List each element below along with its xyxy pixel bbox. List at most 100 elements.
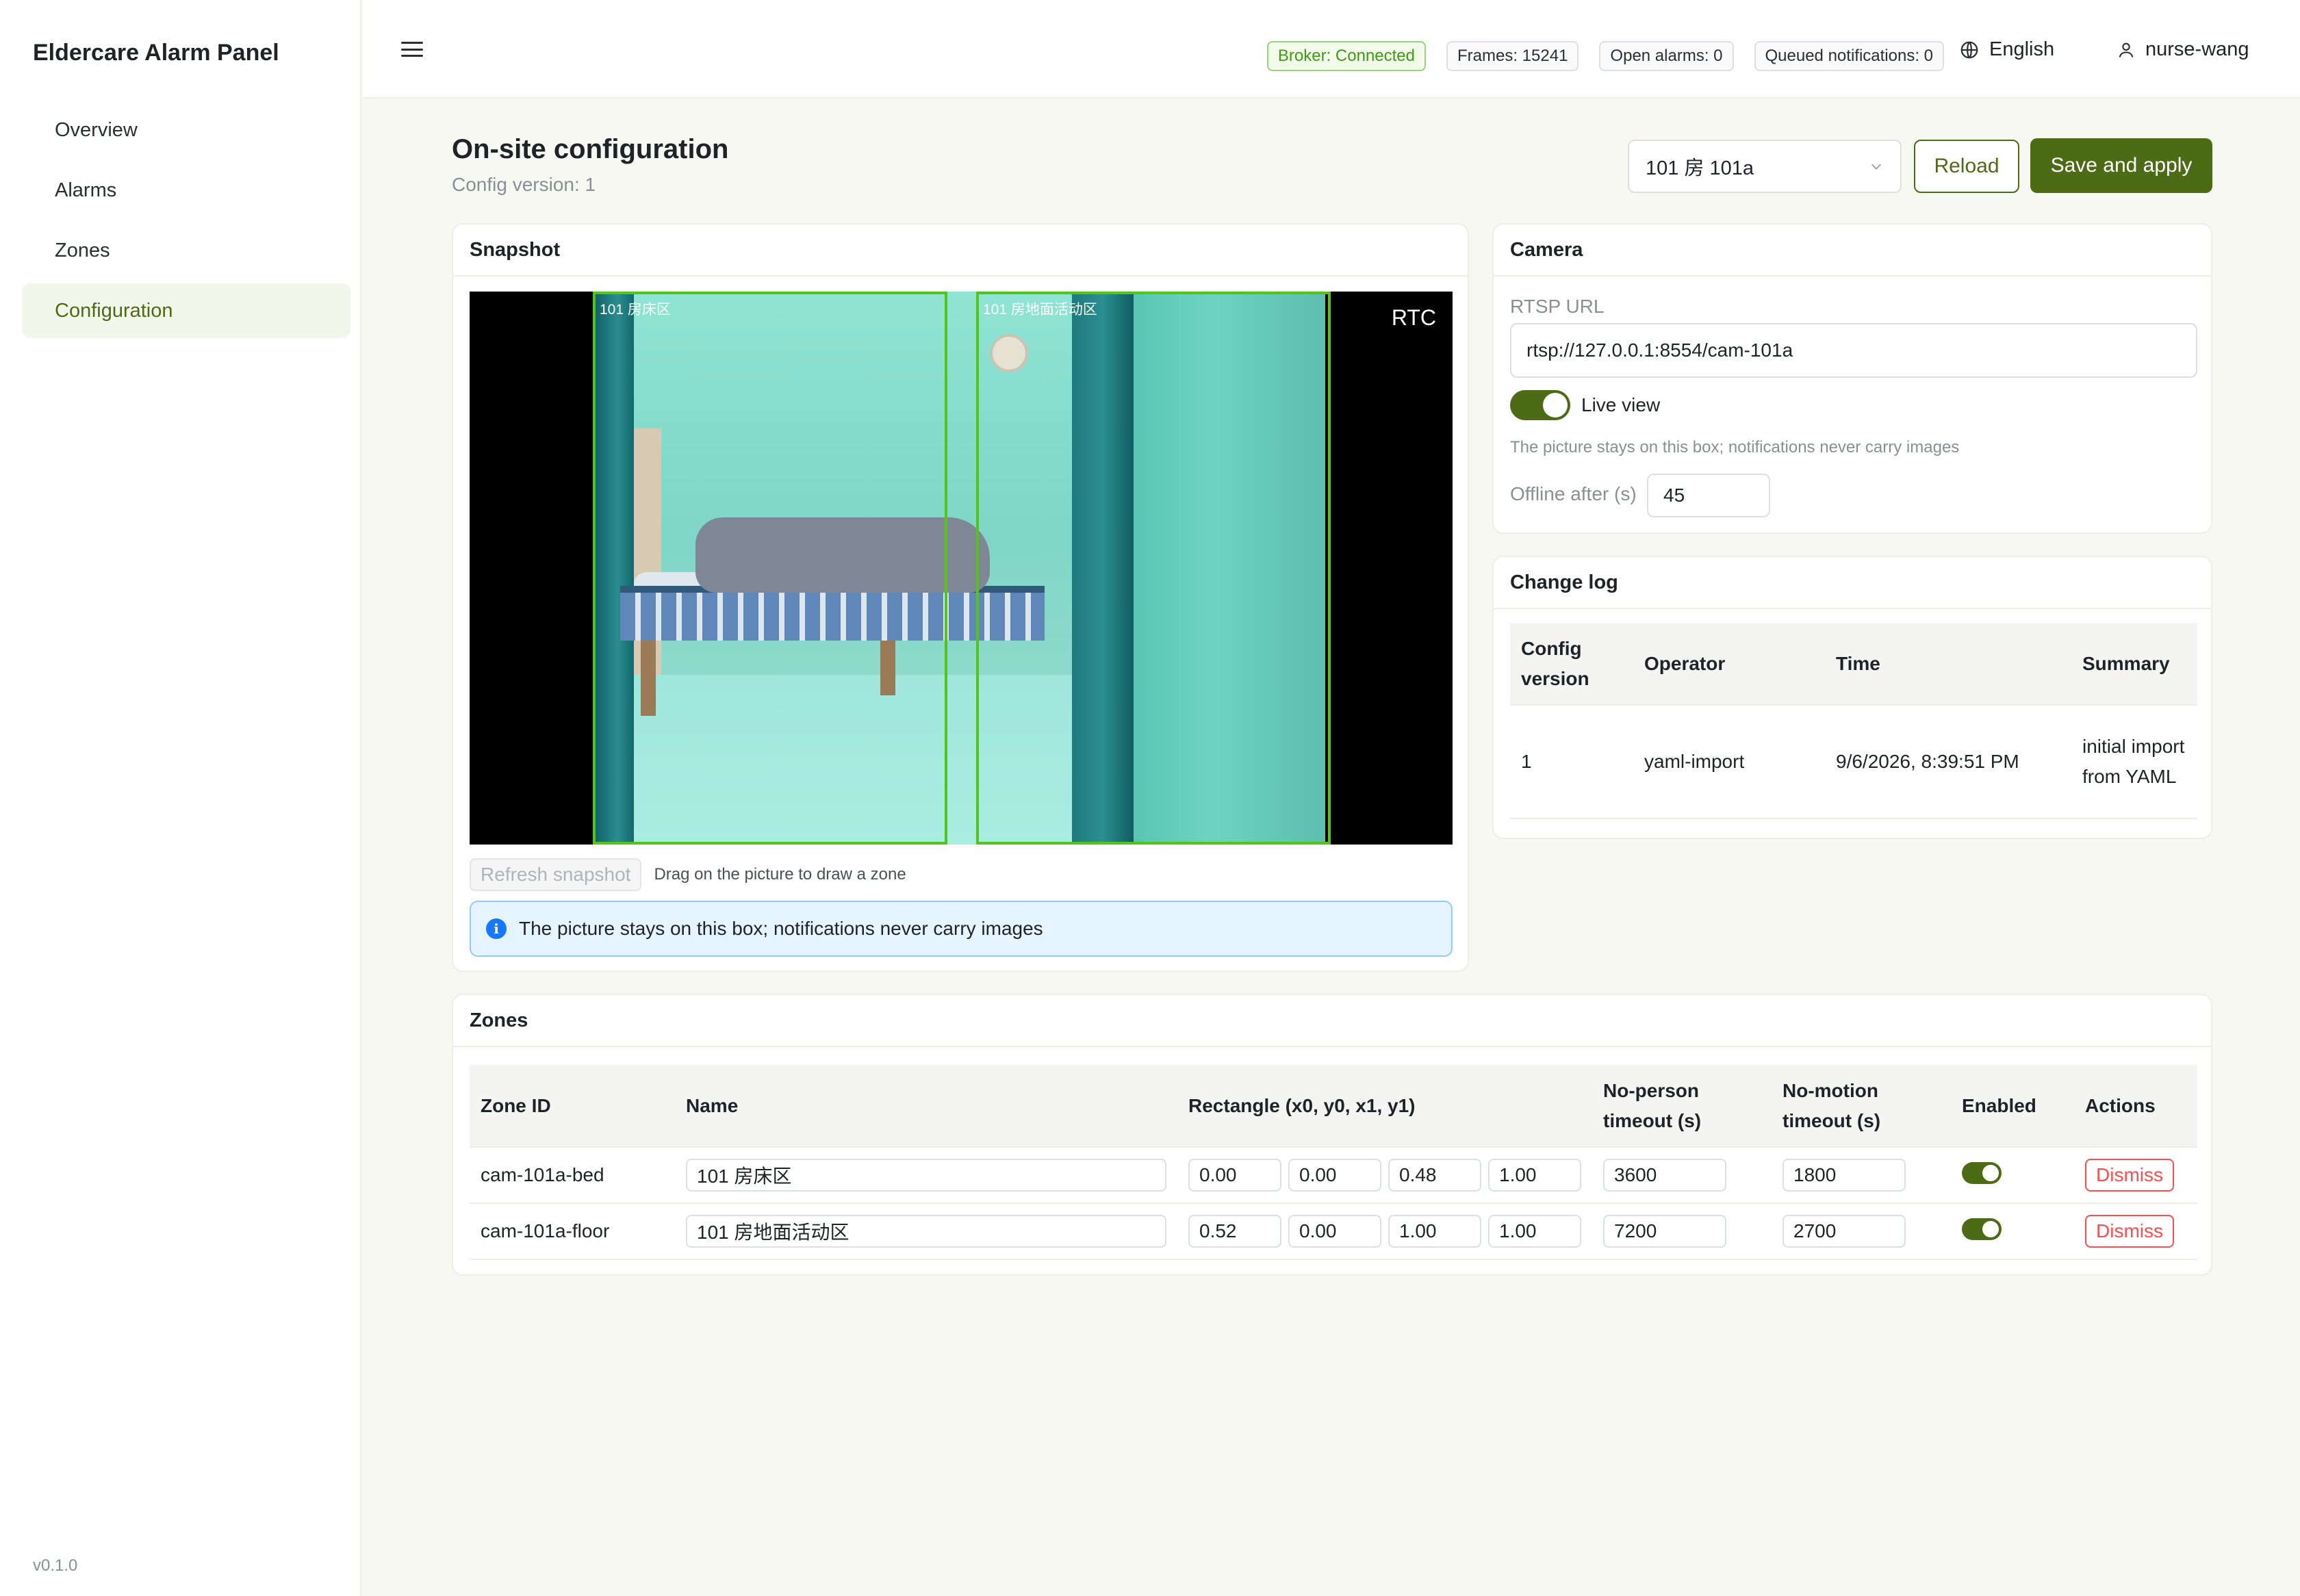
user-menu[interactable]: nurse-wang <box>2117 38 2249 61</box>
app-brand: Eldercare Alarm Panel <box>33 40 279 66</box>
camera-select[interactable]: 101 房 101a <box>1628 140 1902 193</box>
config-version-cell: 1 <box>1510 705 1633 819</box>
refresh-snapshot-button[interactable]: Refresh snapshot <box>470 858 642 891</box>
column-header: No-motion timeout (s) <box>1772 1065 1951 1148</box>
sidebar-item-configuration[interactable]: Configuration <box>22 283 350 338</box>
rect-x1-input[interactable]: 1.00 <box>1388 1215 1481 1248</box>
offline-after-input[interactable]: 45 <box>1647 474 1770 517</box>
column-header: Actions <box>2074 1065 2197 1148</box>
chevron-down-icon <box>1871 164 1882 170</box>
language-label: English <box>1989 38 2055 60</box>
no-motion-cell: 2700 <box>1772 1203 1951 1260</box>
rect-x0-input[interactable]: 0.52 <box>1188 1215 1281 1248</box>
draw-zone-hint: Drag on the picture to draw a zone <box>654 865 906 884</box>
sidebar-item-zones[interactable]: Zones <box>22 223 350 278</box>
rect-y1-input[interactable]: 1.00 <box>1488 1215 1581 1248</box>
rect-y1-input[interactable]: 1.00 <box>1488 1159 1581 1192</box>
no-motion-timeout-input[interactable]: 1800 <box>1782 1159 1906 1192</box>
snapshot-card: Snapshot 101 房床区 101 房地面活动区 RTC Refresh … <box>452 223 1469 972</box>
column-header: Summary <box>2071 623 2197 706</box>
zone-id-cell: cam-101a-floor <box>470 1203 675 1260</box>
snapshot-title: Snapshot <box>453 224 1468 276</box>
time-cell: 9/6/2026, 8:39:51 PM <box>1825 705 2071 819</box>
stream-overlay-label: RTC <box>1391 305 1436 330</box>
zone-overlay-bed[interactable]: 101 房床区 <box>593 292 947 845</box>
zone-name-input[interactable]: 101 房床区 <box>686 1159 1166 1192</box>
zones-card: Zones Zone ID Name Rectangle (x0, y0, x1… <box>452 994 2212 1276</box>
column-header: No-person timeout (s) <box>1592 1065 1772 1148</box>
enabled-cell <box>1951 1203 2074 1260</box>
no-person-cell: 7200 <box>1592 1203 1772 1260</box>
reload-button[interactable]: Reload <box>1914 140 2019 193</box>
dismiss-button[interactable]: Dismiss <box>2085 1215 2174 1248</box>
topbar: Broker: Connected Frames: 15241 Open ala… <box>363 0 2300 99</box>
zone-name-cell: 101 房地面活动区 <box>675 1203 1177 1260</box>
column-header: Name <box>675 1065 1177 1148</box>
frames-badge: Frames: 15241 <box>1446 41 1579 71</box>
rect-y0-input[interactable]: 0.00 <box>1288 1215 1381 1248</box>
live-view-label: Live view <box>1581 394 1661 415</box>
zone-overlay-floor[interactable]: 101 房地面活动区 <box>976 292 1331 845</box>
summary-cell: initial import from YAML <box>2071 705 2197 819</box>
camera-title: Camera <box>1494 224 2211 276</box>
status-tags: Broker: Connected Frames: 15241 Open ala… <box>1266 41 1944 71</box>
save-and-apply-button[interactable]: Save and apply <box>2030 138 2212 193</box>
table-row: cam-101a-floor 101 房地面活动区 0.52 0.00 1.00… <box>470 1203 2197 1260</box>
change-log-table: Config version Operator Time Summary 1 y… <box>1510 623 2197 819</box>
change-log-card: Change log Config version Operator Time … <box>1492 556 2212 839</box>
open-alarms-badge: Open alarms: 0 <box>1599 41 1734 71</box>
zones-title: Zones <box>453 995 2211 1047</box>
info-icon: i <box>486 918 507 939</box>
config-version: Config version: 1 <box>452 174 596 195</box>
column-header: Time <box>1825 623 2071 706</box>
sidebar-item-overview[interactable]: Overview <box>22 103 350 157</box>
zone-enabled-toggle[interactable] <box>1962 1161 2002 1184</box>
change-log-title: Change log <box>1494 557 2211 609</box>
broker-status-badge: Broker: Connected <box>1266 41 1426 71</box>
no-person-timeout-input[interactable]: 7200 <box>1603 1215 1726 1248</box>
snapshot-image[interactable]: 101 房床区 101 房地面活动区 RTC <box>470 292 1453 845</box>
camera-card: Camera RTSP URL rtsp://127.0.0.1:8554/ca… <box>1492 223 2212 534</box>
enabled-cell <box>1951 1147 2074 1204</box>
rect-x1-input[interactable]: 0.48 <box>1388 1159 1481 1192</box>
column-header: Rectangle (x0, y0, x1, y1) <box>1177 1065 1592 1148</box>
app-version: v0.1.0 <box>33 1556 78 1575</box>
zone-overlay-label: 101 房地面活动区 <box>983 302 1097 318</box>
page-title: On-site configuration <box>452 134 729 164</box>
no-motion-cell: 1800 <box>1772 1147 1951 1204</box>
column-header: Zone ID <box>470 1065 675 1148</box>
no-person-cell: 3600 <box>1592 1147 1772 1204</box>
zone-id-cell: cam-101a-bed <box>470 1147 675 1204</box>
rect-y0-input[interactable]: 0.00 <box>1288 1159 1381 1192</box>
camera-select-value: 101 房 101a <box>1646 157 1754 179</box>
rtsp-url-label: RTSP URL <box>1510 296 1605 317</box>
table-row: 1 yaml-import 9/6/2026, 8:39:51 PM initi… <box>1510 705 2197 819</box>
actions-cell: Dismiss <box>2074 1147 2197 1204</box>
rtsp-url-input[interactable]: rtsp://127.0.0.1:8554/cam-101a <box>1510 323 2197 378</box>
zones-table: Zone ID Name Rectangle (x0, y0, x1, y1) … <box>470 1065 2197 1260</box>
privacy-alert-text: The picture stays on this box; notificat… <box>519 918 1043 939</box>
globe-icon <box>1960 41 1978 58</box>
zone-rect-cell: 0.52 0.00 1.00 1.00 <box>1177 1203 1592 1260</box>
column-header: Config version <box>1510 623 1633 706</box>
privacy-alert: i The picture stays on this box; notific… <box>470 901 1453 957</box>
live-view-toggle[interactable] <box>1510 390 1570 420</box>
rect-x0-input[interactable]: 0.00 <box>1188 1159 1281 1192</box>
camera-privacy-note: The picture stays on this box; notificat… <box>1510 438 1960 456</box>
zone-enabled-toggle[interactable] <box>1962 1218 2002 1240</box>
no-motion-timeout-input[interactable]: 2700 <box>1782 1215 1906 1248</box>
hamburger-icon[interactable] <box>401 38 423 60</box>
user-name: nurse-wang <box>2145 38 2249 60</box>
no-person-timeout-input[interactable]: 3600 <box>1603 1159 1726 1192</box>
zone-overlay-label: 101 房床区 <box>600 302 671 318</box>
zone-name-input[interactable]: 101 房地面活动区 <box>686 1215 1166 1248</box>
table-row: cam-101a-bed 101 房床区 0.00 0.00 0.48 1.00… <box>470 1147 2197 1204</box>
sidebar-nav: Overview Alarms Zones Configuration <box>22 103 350 344</box>
column-header: Operator <box>1633 623 1825 706</box>
queued-notifications-badge: Queued notifications: 0 <box>1754 41 1944 71</box>
user-icon <box>2119 42 2134 57</box>
operator-cell: yaml-import <box>1633 705 1825 819</box>
dismiss-button[interactable]: Dismiss <box>2085 1159 2174 1192</box>
sidebar-item-alarms[interactable]: Alarms <box>22 163 350 218</box>
language-switcher[interactable]: English <box>1959 38 2054 61</box>
